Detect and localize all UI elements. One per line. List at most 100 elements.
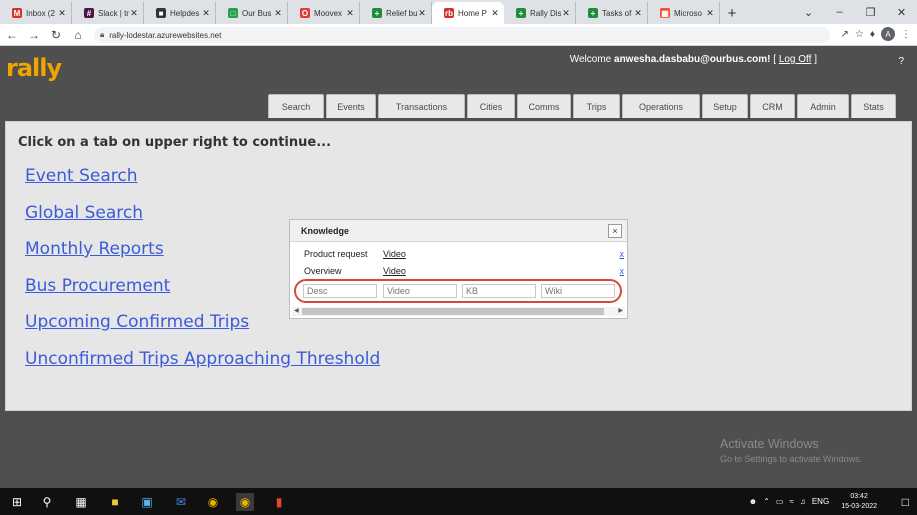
tray-chevron-icon[interactable]: ⌃ (763, 497, 770, 506)
scroll-left-icon[interactable]: ◀ (294, 307, 299, 314)
log-off-link[interactable]: Log Off (779, 54, 812, 65)
browser-tab[interactable]: + Rally Dis ✕ (504, 2, 576, 24)
user-email: anwesha.dasbabu@ourbus.com! (614, 54, 771, 65)
close-tab-icon[interactable]: ✕ (57, 8, 67, 19)
ourbus-icon: □ (228, 8, 238, 18)
back-icon[interactable]: ← (2, 25, 22, 45)
browser-menu-icon[interactable]: ⋮ (901, 29, 911, 40)
browser-tab-label: Microso (674, 8, 703, 18)
chrome-icon[interactable]: ◉ (204, 493, 222, 511)
help-icon[interactable]: ? (898, 56, 904, 67)
browser-tab[interactable]: + Tasks of ✕ (576, 2, 648, 24)
nav-tab-stats[interactable]: Stats (851, 94, 896, 118)
knowledge-row-desc: Overview (304, 266, 342, 276)
clock-date: 15-03-2022 (841, 502, 877, 510)
quick-link-unconfirmed-trips-approaching-threshold[interactable]: Unconfirmed Trips Approaching Threshold (25, 349, 380, 386)
browser-tab-label: Moovex (314, 8, 343, 18)
knowledge-row-remove-link[interactable]: x (620, 266, 625, 276)
nav-tab-admin[interactable]: Admin (797, 94, 849, 118)
address-bar[interactable]: 🔒︎ rally-lodestar.azurewebsites.net (94, 27, 830, 43)
knowledge-row-video-link[interactable]: Video (383, 249, 406, 259)
browser-tab[interactable]: # Slack | tr ✕ (72, 2, 144, 24)
office-icon[interactable]: ▮ (270, 493, 288, 511)
browser-tab-label: Home P (458, 8, 487, 18)
notifications-icon[interactable]: □ (902, 495, 909, 509)
volume-icon[interactable]: ♫ (800, 497, 806, 506)
close-tab-icon[interactable]: ✕ (201, 8, 211, 19)
store-icon[interactable]: ▣ (138, 493, 156, 511)
redbus-icon: rb (444, 8, 454, 18)
moovex-icon: O (300, 8, 310, 18)
file-explorer-icon[interactable]: ■ (106, 493, 124, 511)
nav-tab-cities[interactable]: Cities (467, 94, 515, 118)
close-tab-icon[interactable]: ✕ (705, 8, 715, 19)
toolbar-actions: ↗ ☆ ♦ A ⋮ (841, 27, 911, 41)
logoff-open: [ (770, 54, 779, 65)
nav-tab-transactions[interactable]: Transactions (378, 94, 465, 118)
close-window-icon[interactable]: ✕ (886, 0, 917, 24)
nav-tab-operations[interactable]: Operations (622, 94, 700, 118)
battery-icon[interactable]: ▭ (776, 497, 784, 506)
bookmark-star-icon[interactable]: ☆ (855, 29, 864, 40)
close-tab-icon[interactable]: ✕ (129, 8, 139, 19)
knowledge-horizontal-scrollbar[interactable]: ◀ ▶ (292, 307, 625, 316)
windows-start-icon[interactable]: ⊞ (8, 493, 26, 511)
language-indicator[interactable]: ENG (812, 497, 829, 506)
nav-tab-setup[interactable]: Setup (702, 94, 748, 118)
browser-tab[interactable]: rb Home P ✕ (432, 2, 504, 24)
task-view-icon[interactable]: ▦ (72, 493, 90, 511)
extensions-icon[interactable]: ♦ (870, 29, 875, 40)
mail-icon[interactable]: ✉ (172, 493, 190, 511)
close-tab-icon[interactable]: ✕ (345, 8, 355, 19)
reload-icon[interactable]: ↻ (46, 25, 66, 45)
knowledge-close-icon[interactable]: × (608, 224, 622, 238)
nav-tab-comms[interactable]: Comms (517, 94, 571, 118)
knowledge-title: Knowledge (301, 226, 350, 236)
nav-tab-search[interactable]: Search (268, 94, 324, 118)
knowledge-row-remove-link[interactable]: x (620, 249, 625, 259)
nav-tab-events[interactable]: Events (326, 94, 376, 118)
slack-icon: # (84, 8, 94, 18)
browser-tab-strip: M Inbox (2 ✕ # Slack | tr ✕ ■ Helpdes ✕ □ Our Bus ✕… (0, 0, 917, 24)
wifi-icon[interactable]: ≈ (789, 497, 793, 506)
close-tab-icon[interactable]: ✕ (417, 8, 427, 19)
browser-tab[interactable]: M Inbox (2 ✕ (0, 2, 72, 24)
profile-avatar[interactable]: A (881, 27, 895, 41)
chrome-active-icon[interactable]: ◉ (236, 493, 254, 511)
nav-tab-trips[interactable]: Trips (573, 94, 620, 118)
browser-tab[interactable]: + Relief bu ✕ (360, 2, 432, 24)
microsoft-icon: ▦ (660, 8, 670, 18)
browser-tab-label: Relief bu (386, 8, 417, 18)
close-tab-icon[interactable]: ✕ (561, 8, 571, 19)
browser-tab-label: Our Bus (242, 8, 272, 18)
close-tab-icon[interactable]: ✕ (633, 8, 643, 19)
tab-search-icon[interactable]: ⌄ (793, 0, 824, 24)
rally-logo: rally (6, 54, 62, 82)
nav-tab-crm[interactable]: CRM (750, 94, 795, 118)
restore-icon[interactable]: ❐ (855, 0, 886, 24)
helpdesk-icon: ■ (156, 8, 166, 18)
close-tab-icon[interactable]: ✕ (490, 8, 500, 19)
people-icon[interactable]: ☻ (749, 497, 757, 506)
share-icon[interactable]: ↗ (841, 29, 849, 40)
intro-text: Click on a tab on upper right to continu… (18, 135, 332, 150)
browser-tab[interactable]: O Moovex ✕ (288, 2, 360, 24)
scroll-right-icon[interactable]: ▶ (618, 307, 623, 314)
quick-link-event-search[interactable]: Event Search (25, 166, 380, 203)
browser-tab-label: Helpdes (170, 8, 200, 18)
browser-tab[interactable]: ▦ Microso ✕ (648, 2, 720, 24)
close-tab-icon[interactable]: ✕ (273, 8, 283, 19)
forward-icon[interactable]: → (24, 25, 44, 45)
system-clock[interactable]: 03:42 15-03-2022 (841, 492, 877, 512)
minimize-icon[interactable]: – (824, 0, 855, 24)
browser-tab[interactable]: ■ Helpdes ✕ (144, 2, 216, 24)
app-header: rally Welcome anwesha.dasbabu@ourbus.com… (0, 46, 917, 118)
lock-icon: 🔒︎ (100, 30, 105, 39)
home-icon[interactable]: ⌂ (68, 25, 88, 45)
new-tab-button[interactable]: + (720, 2, 744, 24)
welcome-message: Welcome anwesha.dasbabu@ourbus.com! [ Lo… (570, 54, 817, 65)
browser-tab[interactable]: □ Our Bus ✕ (216, 2, 288, 24)
scrollbar-thumb[interactable] (302, 308, 604, 315)
search-icon[interactable]: ⚲ (38, 493, 56, 511)
knowledge-row-video-link[interactable]: Video (383, 266, 406, 276)
